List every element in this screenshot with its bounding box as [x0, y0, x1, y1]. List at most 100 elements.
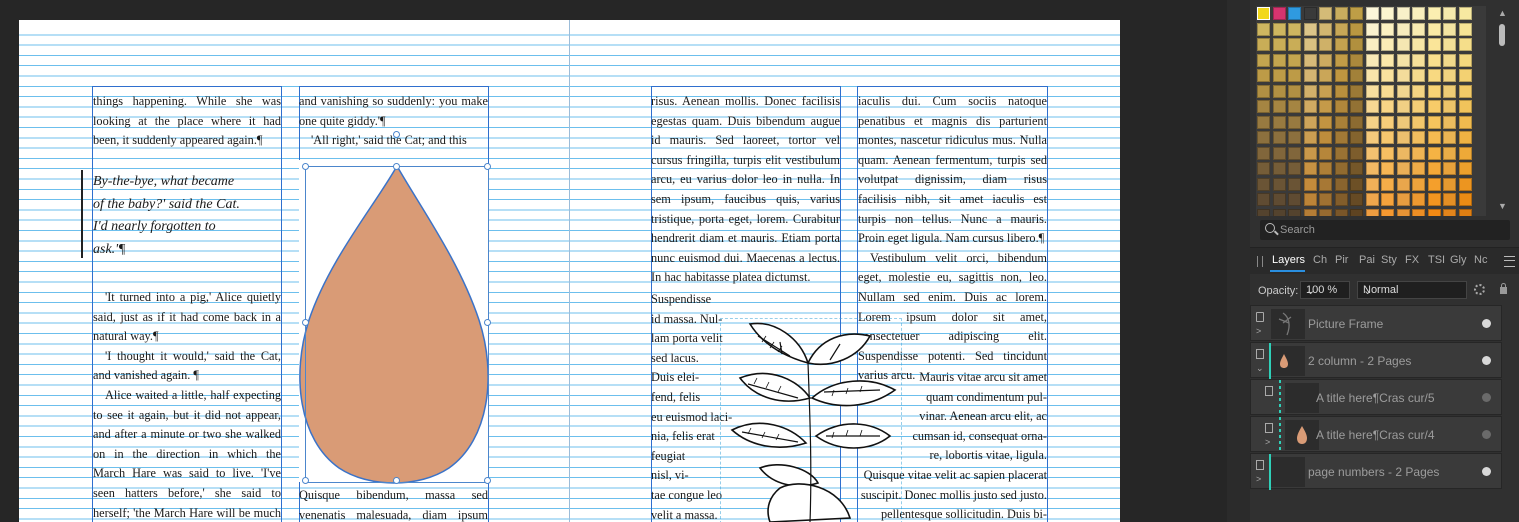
color-swatch[interactable] — [1396, 208, 1410, 216]
layer-row[interactable]: > A title here¶Cras cur/4 — [1250, 416, 1502, 453]
color-swatch[interactable] — [1443, 22, 1456, 36]
layer-row[interactable]: A title here¶Cras cur/5 — [1250, 379, 1502, 416]
left-page[interactable]: things happening. While she was looking … — [19, 20, 569, 522]
visibility-toggle[interactable] — [1482, 319, 1491, 328]
color-swatch[interactable] — [1365, 84, 1379, 98]
color-swatch[interactable] — [1257, 193, 1270, 206]
color-swatch[interactable] — [1257, 53, 1270, 67]
color-swatch[interactable] — [1303, 115, 1317, 129]
color-swatch[interactable] — [1334, 69, 1348, 82]
color-swatch[interactable] — [1412, 193, 1425, 206]
color-swatch[interactable] — [1288, 131, 1301, 144]
color-swatch[interactable] — [1257, 146, 1270, 160]
color-swatch[interactable] — [1443, 177, 1456, 191]
color-swatch[interactable] — [1381, 53, 1394, 67]
color-swatch[interactable] — [1381, 146, 1394, 160]
color-swatch[interactable] — [1257, 100, 1270, 113]
color-swatch[interactable] — [1396, 100, 1410, 113]
color-swatch[interactable] — [1396, 38, 1410, 51]
resize-handle-nw[interactable] — [302, 163, 309, 170]
color-swatch[interactable] — [1365, 38, 1379, 51]
color-swatch[interactable] — [1412, 84, 1425, 98]
color-swatch[interactable] — [1334, 22, 1348, 36]
search-input[interactable]: Search — [1260, 220, 1510, 240]
color-swatch[interactable] — [1381, 115, 1394, 129]
layer-row[interactable]: ⌄ 2 column - 2 Pages — [1250, 342, 1502, 379]
color-swatch[interactable] — [1303, 193, 1317, 206]
color-swatch[interactable] — [1365, 177, 1379, 191]
blend-mode-select[interactable]: Normal ⌄ — [1357, 281, 1467, 299]
color-swatch[interactable] — [1288, 208, 1301, 216]
color-swatch[interactable] — [1412, 131, 1425, 144]
color-swatch[interactable] — [1396, 146, 1410, 160]
color-swatch[interactable] — [1381, 208, 1394, 216]
color-swatch[interactable] — [1319, 38, 1332, 51]
color-swatch[interactable] — [1303, 7, 1317, 20]
color-swatch[interactable] — [1396, 162, 1410, 175]
color-swatch[interactable] — [1272, 38, 1286, 51]
color-swatch[interactable] — [1272, 208, 1286, 216]
color-swatch[interactable] — [1412, 22, 1425, 36]
color-swatch[interactable] — [1365, 162, 1379, 175]
color-swatch[interactable] — [1443, 7, 1456, 20]
color-swatch[interactable] — [1319, 69, 1332, 82]
color-swatch[interactable] — [1396, 22, 1410, 36]
color-swatch[interactable] — [1272, 7, 1286, 20]
color-swatch[interactable] — [1257, 208, 1270, 216]
color-swatch[interactable] — [1334, 146, 1348, 160]
color-swatch[interactable] — [1365, 208, 1379, 216]
color-swatch[interactable] — [1350, 162, 1363, 175]
color-swatch[interactable] — [1257, 177, 1270, 191]
color-swatch[interactable] — [1412, 7, 1425, 20]
color-swatch[interactable] — [1350, 38, 1363, 51]
color-swatch[interactable] — [1319, 53, 1332, 67]
scroll-up-arrow-icon[interactable]: ▲ — [1498, 8, 1507, 18]
tab-styles[interactable]: Sty — [1381, 254, 1397, 266]
tab-layers[interactable]: Layers — [1272, 254, 1305, 266]
color-swatch[interactable] — [1396, 115, 1410, 129]
color-swatch[interactable] — [1350, 100, 1363, 113]
color-swatch[interactable] — [1303, 146, 1317, 160]
color-swatch[interactable] — [1334, 38, 1348, 51]
color-swatch[interactable] — [1458, 177, 1472, 191]
color-swatch[interactable] — [1257, 69, 1270, 82]
color-swatch[interactable] — [1350, 193, 1363, 206]
color-swatch[interactable] — [1396, 131, 1410, 144]
color-swatch[interactable] — [1272, 53, 1286, 67]
color-swatch[interactable] — [1365, 146, 1379, 160]
color-swatch[interactable] — [1272, 115, 1286, 129]
color-swatch[interactable] — [1288, 69, 1301, 82]
rotate-handle[interactable] — [393, 131, 400, 138]
color-swatch[interactable] — [1257, 38, 1270, 51]
color-swatch[interactable] — [1350, 22, 1363, 36]
tab-text-styles[interactable]: TSI — [1428, 254, 1445, 266]
resize-handle-sw[interactable] — [302, 477, 309, 484]
color-swatch[interactable] — [1365, 22, 1379, 36]
resize-handle-w[interactable] — [302, 319, 309, 326]
color-swatch[interactable] — [1350, 146, 1363, 160]
color-swatch[interactable] — [1427, 22, 1441, 36]
color-swatch[interactable] — [1412, 69, 1425, 82]
tab-pinning[interactable]: Pir — [1335, 254, 1348, 266]
color-swatch[interactable] — [1350, 84, 1363, 98]
color-swatch[interactable] — [1427, 53, 1441, 67]
color-swatch[interactable] — [1365, 53, 1379, 67]
color-swatch[interactable] — [1334, 7, 1348, 20]
resize-handle-s[interactable] — [393, 477, 400, 484]
color-swatch[interactable] — [1257, 131, 1270, 144]
color-swatch[interactable] — [1319, 208, 1332, 216]
color-swatch[interactable] — [1381, 162, 1394, 175]
color-swatch[interactable] — [1272, 177, 1286, 191]
lock-icon[interactable] — [1500, 283, 1507, 294]
color-swatch[interactable] — [1396, 177, 1410, 191]
opacity-field[interactable]: 100 % ⌄ — [1300, 281, 1350, 299]
resize-handle-se[interactable] — [484, 477, 491, 484]
color-swatch[interactable] — [1334, 131, 1348, 144]
color-swatch[interactable] — [1458, 100, 1472, 113]
color-swatch[interactable] — [1365, 115, 1379, 129]
color-swatch[interactable] — [1381, 69, 1394, 82]
color-swatch[interactable] — [1288, 7, 1301, 20]
color-swatch[interactable] — [1443, 84, 1456, 98]
color-swatch[interactable] — [1288, 84, 1301, 98]
color-swatch[interactable] — [1427, 208, 1441, 216]
